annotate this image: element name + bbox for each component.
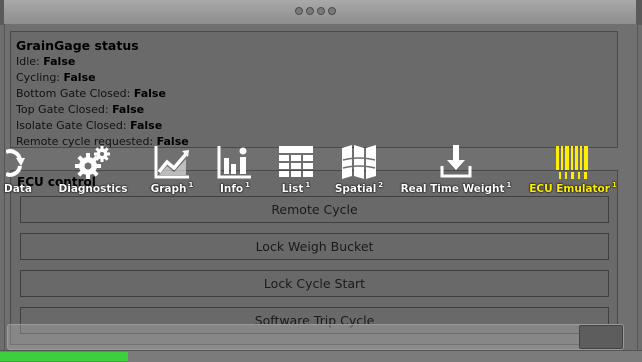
progress-bar bbox=[0, 352, 129, 361]
toolbar-label: ECU Emulator 1 bbox=[529, 181, 617, 195]
handle-dot bbox=[306, 7, 314, 15]
toolbar-item-list[interactable]: List 1 bbox=[274, 140, 318, 198]
overlay-toolbar: Data Diagnostics Graph 1 Info 1 List 1 S… bbox=[0, 140, 642, 200]
status-row-bottom-gate: Bottom Gate Closed: False bbox=[16, 87, 166, 100]
toolbar-label: List 1 bbox=[281, 181, 311, 195]
handle-dot bbox=[317, 7, 325, 15]
toolbar-label: Diagnostics bbox=[58, 183, 128, 195]
map-icon bbox=[341, 144, 377, 184]
status-value: False bbox=[130, 119, 163, 132]
barcode-icon bbox=[555, 144, 591, 184]
overlay-action-button[interactable] bbox=[579, 325, 623, 349]
toolbar-label: Graph 1 bbox=[150, 181, 194, 195]
handle-dot bbox=[295, 7, 303, 15]
toolbar-item-ecu-emulator[interactable]: ECU Emulator 1 bbox=[528, 140, 618, 198]
window-title-bar bbox=[0, 0, 642, 25]
status-value: False bbox=[112, 103, 145, 116]
info-icon bbox=[217, 144, 253, 184]
lock-weigh-bucket-button[interactable]: Lock Weigh Bucket bbox=[20, 233, 609, 260]
status-row-isolate-gate: Isolate Gate Closed: False bbox=[16, 119, 162, 132]
title-bar-left-edge bbox=[0, 0, 4, 24]
toolbar-label: Info 1 bbox=[219, 181, 251, 195]
table-icon bbox=[278, 144, 314, 184]
toolbar-label: Spatial 2 bbox=[334, 181, 384, 195]
status-label: Top Gate Closed: bbox=[16, 103, 113, 116]
status-panel: GrainGage status Idle: False Cycling: Fa… bbox=[10, 31, 618, 148]
status-row-top-gate: Top Gate Closed: False bbox=[16, 103, 144, 116]
title-bar-right-edge bbox=[636, 0, 642, 24]
window-drag-handle[interactable] bbox=[295, 7, 336, 15]
status-value: False bbox=[133, 87, 166, 100]
status-label: Isolate Gate Closed: bbox=[16, 119, 131, 132]
status-label: Idle: bbox=[16, 55, 44, 68]
status-label: Cycling: bbox=[16, 71, 64, 84]
bottom-overlay-bar bbox=[7, 324, 624, 350]
handle-dot bbox=[328, 7, 336, 15]
status-row-cycling: Cycling: False bbox=[16, 71, 96, 84]
lock-cycle-start-button[interactable]: Lock Cycle Start bbox=[20, 270, 609, 297]
toolbar-item-data[interactable]: Data bbox=[0, 140, 32, 198]
toolbar-label: Data bbox=[4, 183, 32, 195]
download-scale-icon bbox=[440, 144, 472, 184]
remote-cycle-button[interactable]: Remote Cycle bbox=[20, 196, 609, 223]
toolbar-item-graph[interactable]: Graph 1 bbox=[146, 140, 198, 198]
status-row-idle: Idle: False bbox=[16, 55, 75, 68]
toolbar-item-real-time-weight[interactable]: Real Time Weight 1 bbox=[400, 140, 512, 198]
toolbar-item-info[interactable]: Info 1 bbox=[213, 140, 257, 198]
toolbar-label: Real Time Weight 1 bbox=[400, 181, 512, 195]
toolbar-item-diagnostics[interactable]: Diagnostics bbox=[58, 140, 128, 198]
gears-icon bbox=[73, 144, 113, 184]
status-label: Bottom Gate Closed: bbox=[16, 87, 134, 100]
refresh-icon bbox=[5, 144, 26, 184]
status-value: False bbox=[43, 55, 76, 68]
status-value: False bbox=[63, 71, 96, 84]
toolbar-item-spatial[interactable]: Spatial 2 bbox=[330, 140, 388, 198]
line-chart-icon bbox=[153, 144, 191, 184]
status-title: GrainGage status bbox=[16, 38, 139, 53]
